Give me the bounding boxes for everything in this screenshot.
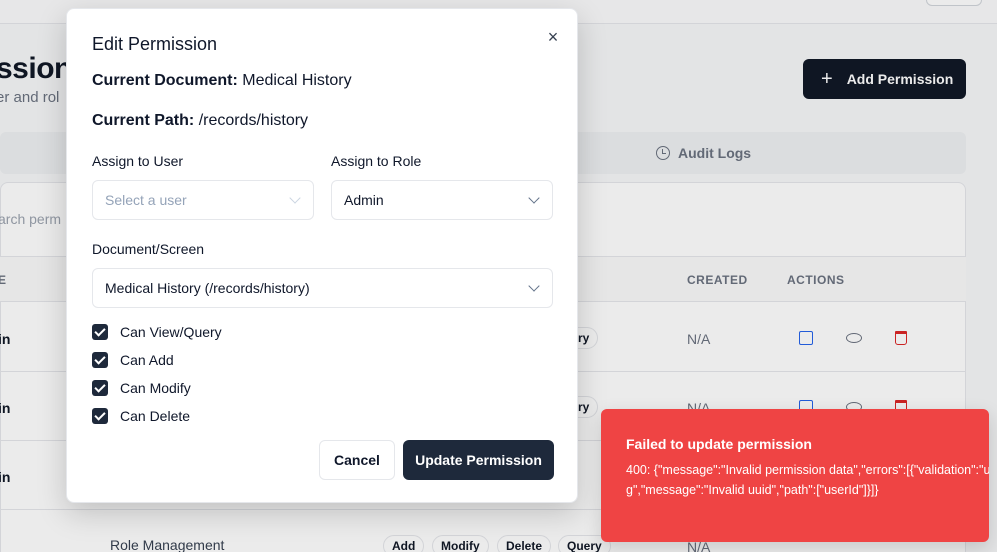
toast-message: 400: {"message":"Invalid permission data… [626, 463, 989, 497]
current-path-value: /records/history [198, 112, 309, 129]
cancel-button[interactable]: Cancel [319, 440, 395, 480]
chevron-down-icon [289, 192, 301, 204]
toast-title: Failed to update permission [626, 436, 812, 452]
document-screen-value: Medical History (/records/history) [105, 280, 310, 296]
permission-label: Can Add [120, 352, 174, 368]
checkbox-add[interactable] [92, 352, 108, 368]
update-permission-button[interactable]: Update Permission [403, 440, 554, 480]
permission-label: Can Delete [120, 408, 191, 424]
error-toast[interactable]: Failed to update permission 400: {"messa… [601, 409, 989, 542]
current-path-line: Current Path: /records/history [92, 112, 308, 130]
current-document-label: Current Document: [92, 72, 238, 89]
permission-delete[interactable]: Can Delete [92, 408, 190, 424]
assign-user-select[interactable]: Select a user [92, 180, 314, 220]
checkbox-delete[interactable] [92, 408, 108, 424]
current-document-line: Current Document: Medical History [92, 72, 352, 90]
permission-label: Can Modify [120, 380, 191, 396]
current-path-label: Current Path: [92, 112, 195, 129]
document-screen-label: Document/Screen [92, 241, 205, 257]
assign-role-select[interactable]: Admin [331, 180, 553, 220]
permission-modify[interactable]: Can Modify [92, 380, 191, 396]
current-document-value: Medical History [242, 72, 352, 89]
assign-role-value: Admin [344, 192, 384, 208]
close-icon[interactable]: × [543, 27, 563, 47]
permission-add[interactable]: Can Add [92, 352, 174, 368]
permission-label: Can View/Query [120, 324, 222, 340]
edit-permission-dialog: Edit Permission × Current Document: Medi… [66, 8, 578, 503]
assign-user-placeholder: Select a user [105, 192, 187, 208]
chevron-down-icon [528, 192, 540, 204]
chevron-down-icon [528, 280, 540, 292]
checkbox-view-query[interactable] [92, 324, 108, 340]
dialog-title: Edit Permission [92, 34, 218, 54]
assign-user-label: Assign to User [92, 153, 184, 169]
assign-role-label: Assign to Role [331, 153, 422, 169]
checkbox-modify[interactable] [92, 380, 108, 396]
permission-view-query[interactable]: Can View/Query [92, 324, 222, 340]
document-screen-select[interactable]: Medical History (/records/history) [92, 268, 553, 308]
